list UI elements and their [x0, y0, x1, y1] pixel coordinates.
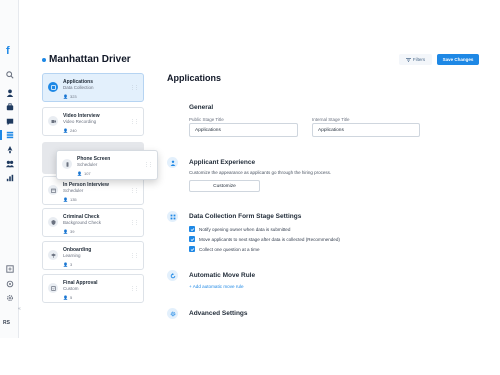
- fountain-logo[interactable]: f: [6, 46, 13, 57]
- stage-count-value: 107: [83, 171, 91, 176]
- advanced-settings-icon: [167, 308, 178, 319]
- drag-handle-icon[interactable]: ⋮⋮: [130, 85, 139, 91]
- save-changes-button[interactable]: Save Changes: [437, 54, 479, 65]
- public-title-input[interactable]: Applications: [189, 123, 298, 137]
- drag-handle-icon[interactable]: ⋮⋮: [130, 119, 139, 125]
- stage-count-value: 240: [69, 128, 77, 133]
- collapse-rail-icon[interactable]: «: [18, 306, 21, 312]
- stage-card-phone-screen-dragging[interactable]: Phone Screen Scheduler 👤 107 ⋮⋮: [56, 150, 158, 180]
- stage-type: Video Recording: [63, 119, 97, 124]
- stage-count-value: 5: [69, 295, 73, 300]
- stage-settings-title: Applications: [167, 73, 222, 83]
- stage-count: 👤 3: [63, 262, 72, 267]
- drag-handle-icon[interactable]: ⋮⋮: [130, 188, 139, 194]
- stage-count: 👤 323: [63, 94, 77, 99]
- left-nav-rail: f RS: [0, 0, 19, 338]
- person-icon: 👤: [63, 229, 68, 234]
- user-icon[interactable]: [6, 89, 14, 97]
- stage-count: 👤 107: [77, 171, 91, 176]
- stage-count: 👤 39: [63, 229, 74, 234]
- checkbox-checked[interactable]: [189, 236, 195, 242]
- briefcase-icon[interactable]: [6, 103, 14, 111]
- filters-label: Filters: [412, 57, 426, 62]
- scheduler-icon: [48, 185, 58, 195]
- option-one-question[interactable]: Collect one question at a time: [189, 246, 260, 252]
- public-title-label: Public Stage Title: [189, 117, 224, 122]
- team-icon[interactable]: [6, 160, 14, 168]
- stage-card-criminal-check[interactable]: Criminal Check Background Check 👤 39 ⋮⋮: [42, 208, 144, 237]
- active-nav-indicator: [0, 130, 2, 140]
- stage-type: Scheduler: [63, 188, 84, 193]
- settings-icon[interactable]: [6, 280, 14, 288]
- rocket-icon[interactable]: [6, 146, 14, 154]
- data-collection-icon: [48, 82, 58, 92]
- auto-move-title: Automatic Move Rule: [189, 272, 256, 279]
- applicant-experience-description: Customize the appearance as applicants g…: [189, 170, 332, 175]
- stage-type: Custom: [63, 286, 79, 291]
- stage-count-value: 3: [69, 262, 73, 267]
- stage-count-value: 39: [69, 229, 75, 234]
- stage-card-applications[interactable]: Applications Data Collection 👤 323 ⋮⋮: [42, 73, 144, 102]
- checkbox-checked[interactable]: [189, 226, 195, 232]
- search-icon[interactable]: [6, 71, 14, 79]
- refresh-icon: [167, 270, 178, 281]
- stage-card-onboarding[interactable]: Onboarding Learning 👤 3 ⋮⋮: [42, 241, 144, 270]
- drag-handle-icon[interactable]: ⋮⋮: [144, 162, 153, 168]
- general-section-title: General: [189, 104, 214, 111]
- checkbox-checked[interactable]: [189, 246, 195, 252]
- applicant-experience-title: Applicant Experience: [189, 159, 256, 166]
- option-notify-owner[interactable]: Notify opening owner when data is submit…: [189, 226, 290, 232]
- stage-card-final-approval[interactable]: Final Approval Custom 👤 5 ⋮⋮: [42, 274, 144, 303]
- person-icon: 👤: [63, 262, 68, 267]
- learning-icon: [48, 250, 58, 260]
- workflow-icon[interactable]: [6, 131, 14, 139]
- filter-icon: [405, 57, 411, 62]
- stage-card-video-interview[interactable]: Video Interview Video Recording 👤 240 ⋮⋮: [42, 107, 144, 136]
- stage-type: Data Collection: [63, 85, 94, 90]
- add-move-rule-link[interactable]: + Add automatic move rule: [189, 284, 244, 289]
- stage-count: 👤 135: [63, 197, 77, 202]
- stage-count-value: 135: [69, 197, 77, 202]
- status-dot: [42, 58, 46, 62]
- person-icon: 👤: [63, 295, 68, 300]
- stage-count: 👤 5: [63, 295, 72, 300]
- option-auto-move[interactable]: Move applicants to next stage after data…: [189, 236, 340, 242]
- shield-icon: [48, 217, 58, 227]
- drag-handle-icon[interactable]: ⋮⋮: [130, 253, 139, 259]
- custom-icon: [48, 283, 58, 293]
- chat-icon[interactable]: [6, 118, 14, 126]
- chevron-down-icon[interactable]: ⌄: [125, 56, 130, 63]
- user-avatar-initials[interactable]: RS: [3, 320, 10, 326]
- phone-icon: [62, 159, 72, 169]
- customize-button[interactable]: Customize: [189, 180, 260, 192]
- expand-icon[interactable]: [6, 265, 14, 273]
- internal-title-label: Internal Stage Title: [312, 117, 350, 122]
- advanced-settings-title: Advanced Settings: [189, 310, 248, 317]
- page-title: Manhattan Driver: [49, 54, 131, 65]
- form-settings-title: Data Collection Form Stage Settings: [189, 213, 302, 220]
- option-label: Collect one question at a time: [199, 246, 260, 252]
- stage-card-in-person-interview[interactable]: In Person Interview Scheduler 👤 135 ⋮⋮: [42, 176, 144, 205]
- person-icon: 👤: [63, 197, 68, 202]
- option-label: Notify opening owner when data is submit…: [199, 226, 291, 232]
- form-settings-icon: [167, 211, 178, 222]
- drag-handle-icon[interactable]: ⋮⋮: [130, 286, 139, 292]
- stage-type: Scheduler: [77, 162, 98, 167]
- person-icon: 👤: [63, 128, 68, 133]
- stage-type: Learning: [63, 253, 81, 258]
- chart-icon[interactable]: [6, 174, 14, 182]
- option-label: Move applicants to next stage after data…: [199, 236, 340, 242]
- filters-button[interactable]: Filters: [399, 54, 432, 65]
- applicant-experience-icon: [167, 157, 178, 168]
- person-icon: 👤: [63, 94, 68, 99]
- video-icon: [48, 116, 58, 126]
- drag-handle-icon[interactable]: ⋮⋮: [130, 220, 139, 226]
- person-icon: 👤: [77, 171, 82, 176]
- stage-count: 👤 240: [63, 128, 77, 133]
- gear-icon[interactable]: [6, 294, 14, 302]
- stage-count-value: 323: [69, 94, 77, 99]
- internal-title-input[interactable]: Applications: [312, 123, 420, 137]
- stage-type: Background Check: [63, 220, 102, 225]
